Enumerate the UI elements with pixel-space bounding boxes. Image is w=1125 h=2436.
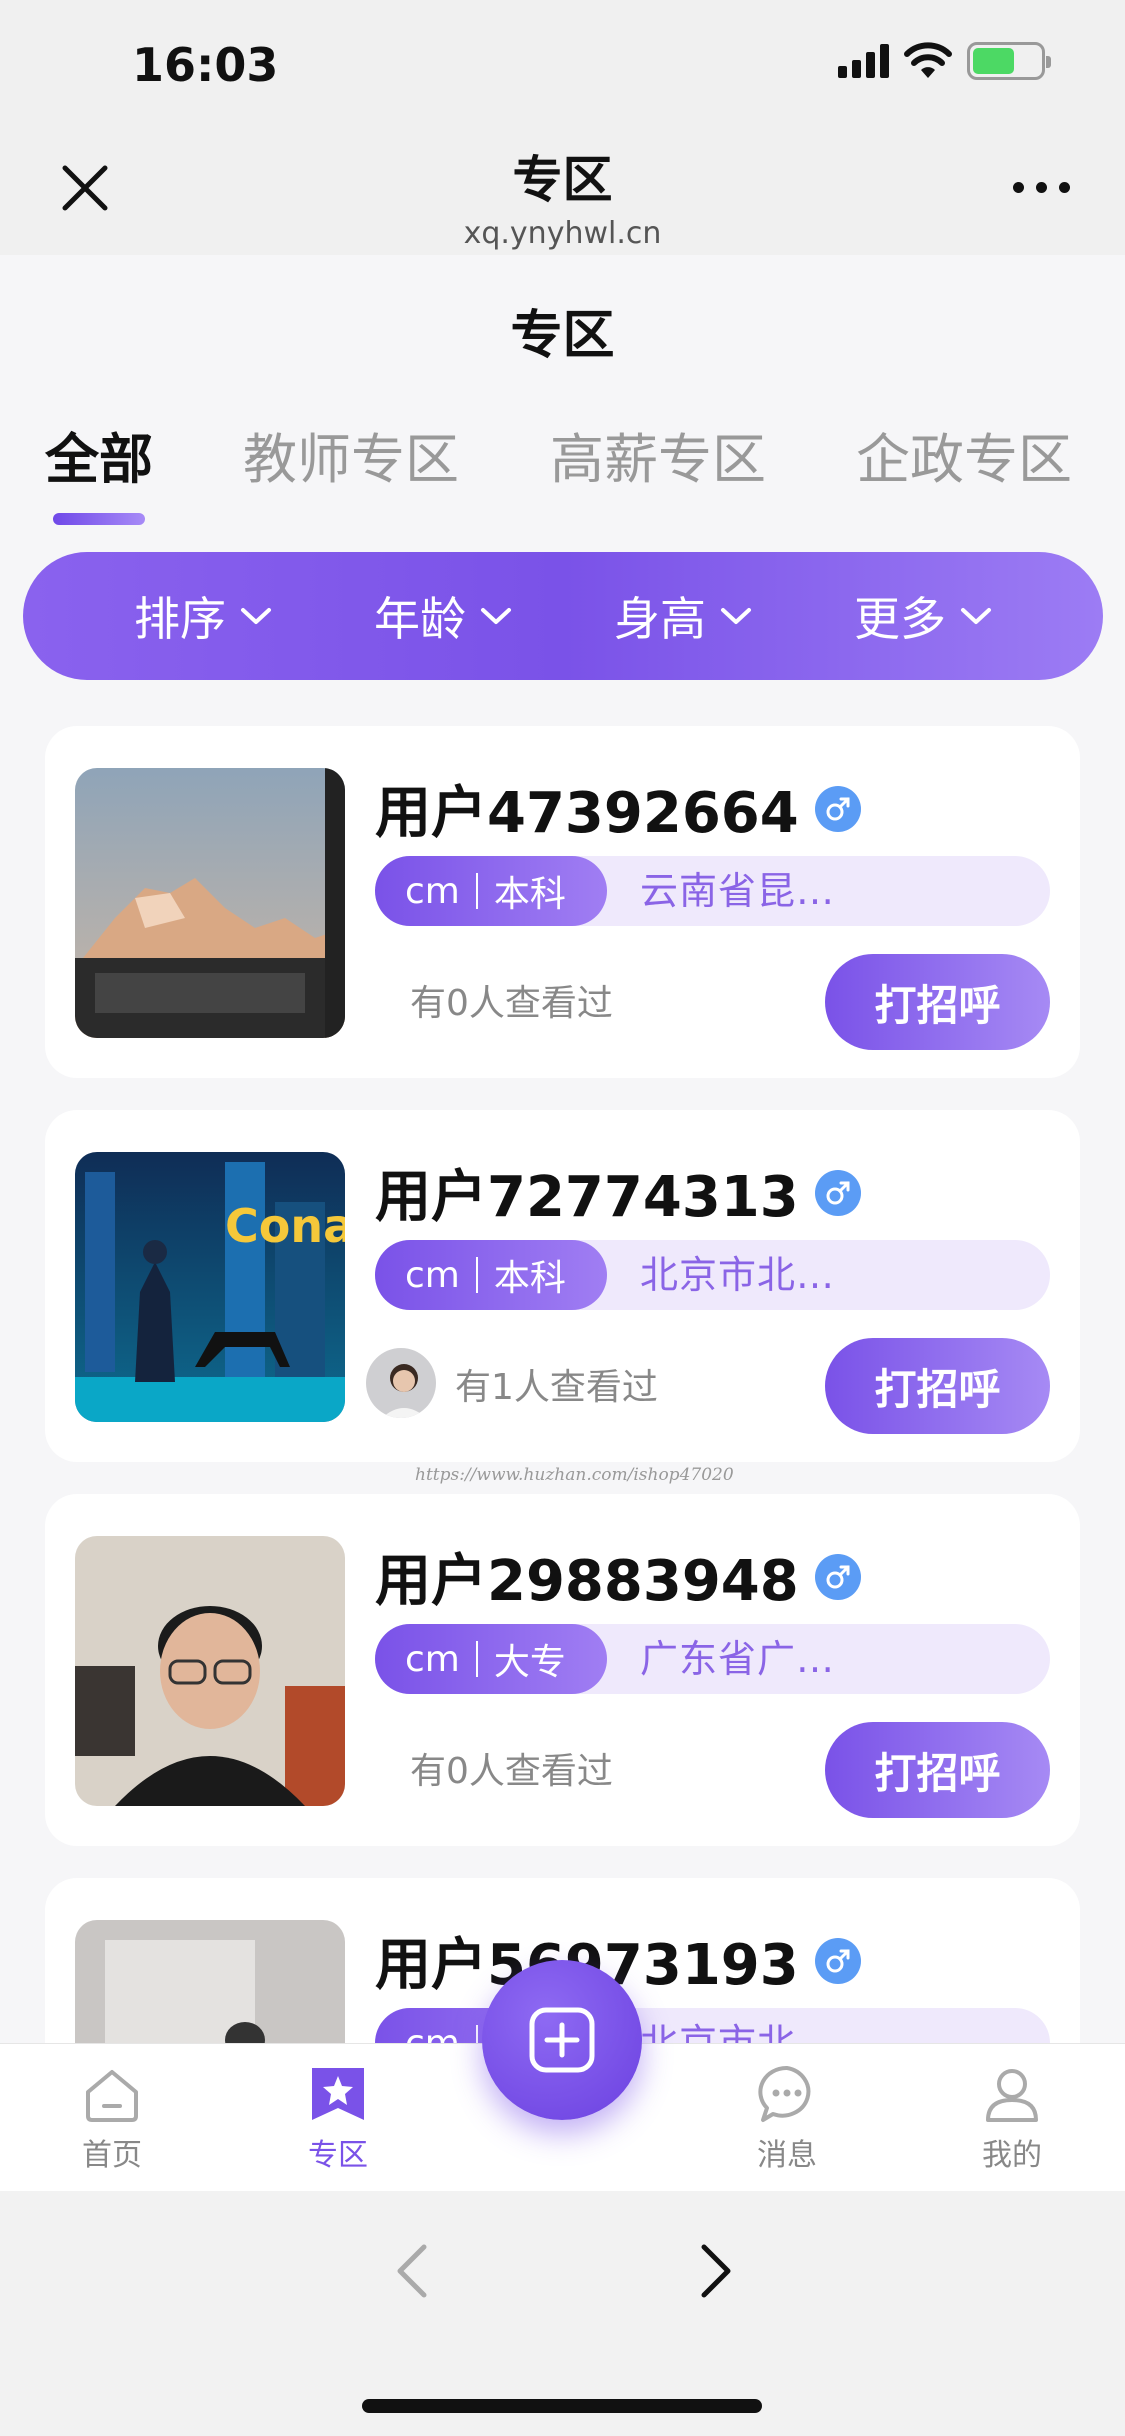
location-text: 北京市北… <box>640 1253 836 1297</box>
tabbar-item-zone[interactable]: 专区 <box>258 2062 418 2174</box>
tabbar-item-messages[interactable]: 消息 <box>707 2062 867 2174</box>
filter-sort-label: 排序 <box>134 592 226 646</box>
browser-nav-bar: 专区 xq.ynyhwl.cn <box>0 130 1125 255</box>
location-text: 云南省昆… <box>640 869 836 913</box>
filter-bar: 排序 年龄 身高 更多 <box>23 552 1103 680</box>
filter-more[interactable]: 更多 <box>803 583 1103 649</box>
nav-url: xq.ynyhwl.cn <box>463 216 662 251</box>
chevron-down-icon <box>481 608 511 624</box>
chevron-down-icon <box>241 608 271 624</box>
browser-toolbar <box>0 2191 1125 2436</box>
height-education-tag: cm 大专 <box>375 1624 607 1694</box>
user-name-text: 用户47392664 <box>375 781 799 846</box>
filter-sort[interactable]: 排序 <box>23 583 323 649</box>
user-photo[interactable] <box>75 1920 345 2045</box>
star-icon <box>312 2068 364 2120</box>
viewer-avatar[interactable] <box>363 1345 439 1421</box>
home-icon <box>86 2070 138 2122</box>
view-count: 有0人查看过 <box>410 983 613 1024</box>
home-indicator[interactable] <box>362 2399 762 2413</box>
user-photo[interactable] <box>75 768 345 1038</box>
publish-button[interactable] <box>482 1960 642 2120</box>
chat-icon <box>758 2065 811 2122</box>
tabbar-item-profile[interactable]: 我的 <box>932 2062 1092 2174</box>
user-tags: cm 大专 广东省广… <box>375 1624 1050 1694</box>
battery-icon <box>967 42 1051 80</box>
filter-age[interactable]: 年龄 <box>323 583 563 649</box>
tabbar-label: 专区 <box>308 2138 368 2173</box>
height-education-tag: cm 本科 <box>375 1240 607 1310</box>
greet-button[interactable]: 打招呼 <box>825 954 1050 1050</box>
height-text: cm <box>405 1254 460 1296</box>
view-count: 有1人查看过 <box>455 1367 658 1408</box>
height-education-tag: cm 本科 <box>375 856 607 926</box>
male-icon <box>814 1169 861 1216</box>
more-icon[interactable] <box>1013 182 1070 193</box>
user-tags: cm 本科 北京市北… <box>375 1240 1050 1310</box>
location-text: 广东省广… <box>640 1637 836 1681</box>
forward-icon[interactable] <box>696 2241 736 2301</box>
nav-title-group: 专区 xq.ynyhwl.cn <box>0 140 1125 251</box>
status-bar: 16:03 <box>0 0 1125 130</box>
tab-all[interactable]: 全部 <box>45 415 153 494</box>
user-icon <box>986 2069 1038 2122</box>
watermark-text: https://www.huzhan.com/ishop47020 <box>415 1465 734 1485</box>
cellular-signal-icon <box>838 44 889 78</box>
user-card[interactable]: Cona 用户72774313 cm 本科 北京市北… 有1人查看过 打招呼 <box>45 1110 1080 1462</box>
filter-age-label: 年龄 <box>374 592 466 646</box>
tabbar-item-home[interactable]: 首页 <box>32 2062 192 2174</box>
back-icon[interactable] <box>392 2241 432 2301</box>
user-name: 用户47392664 <box>375 768 861 849</box>
tab-enterprise-gov[interactable]: 企政专区 <box>856 415 1072 494</box>
user-card[interactable]: 用户29883948 cm 大专 广东省广… 有0人查看过 打招呼 <box>45 1494 1080 1846</box>
education-text: 本科 <box>493 874 566 915</box>
user-name: 用户72774313 <box>375 1152 861 1233</box>
tabbar-label: 消息 <box>757 2138 817 2173</box>
greet-button[interactable]: 打招呼 <box>825 1338 1050 1434</box>
svg-text:Cona: Cona <box>225 1199 345 1253</box>
user-photo[interactable] <box>75 1536 345 1806</box>
tab-teacher[interactable]: 教师专区 <box>243 415 459 494</box>
chevron-down-icon <box>961 608 991 624</box>
filter-height[interactable]: 身高 <box>563 583 803 649</box>
page-title: 专区 <box>510 306 615 366</box>
status-time: 16:03 <box>132 38 279 92</box>
filter-height-label: 身高 <box>614 592 706 646</box>
user-card[interactable]: 用户47392664 cm 本科 云南省昆… 有0人查看过 打招呼 <box>45 726 1080 1078</box>
height-text: cm <box>405 870 460 912</box>
male-icon <box>814 1553 861 1600</box>
chevron-down-icon <box>721 608 751 624</box>
view-count: 有0人查看过 <box>410 1751 613 1792</box>
user-name-text: 用户29883948 <box>375 1549 799 1614</box>
user-tags: cm 本科 云南省昆… <box>375 856 1050 926</box>
wifi-icon <box>904 42 952 78</box>
user-photo[interactable]: Cona <box>75 1152 345 1422</box>
height-text: cm <box>405 2022 460 2046</box>
male-icon <box>814 1937 861 1984</box>
user-name-text: 用户72774313 <box>375 1165 799 1230</box>
user-name: 用户29883948 <box>375 1536 861 1617</box>
location-text: 北京市北 <box>640 2021 797 2045</box>
greet-button[interactable]: 打招呼 <box>825 1722 1050 1818</box>
male-icon <box>814 785 861 832</box>
main-content: 专区 全部 教师专区 高薪专区 企政专区 排序 年龄 身高 更多 用户47392… <box>0 255 1125 2045</box>
tabbar-label: 我的 <box>982 2138 1042 2173</box>
category-tabs: 全部 教师专区 高薪专区 企政专区 <box>0 415 1125 525</box>
status-icons <box>838 42 1051 80</box>
tabbar-label: 首页 <box>82 2138 142 2173</box>
active-tab-indicator <box>53 513 145 525</box>
filter-more-label: 更多 <box>854 592 946 646</box>
tab-high-salary[interactable]: 高薪专区 <box>550 415 766 494</box>
education-text: 大专 <box>493 1642 566 1683</box>
education-text: 本科 <box>493 1258 566 1299</box>
plus-icon <box>529 2007 595 2073</box>
height-text: cm <box>405 1638 460 1680</box>
nav-title: 专区 <box>512 151 613 209</box>
user-tags: cm 北京市北 <box>375 2008 1050 2045</box>
